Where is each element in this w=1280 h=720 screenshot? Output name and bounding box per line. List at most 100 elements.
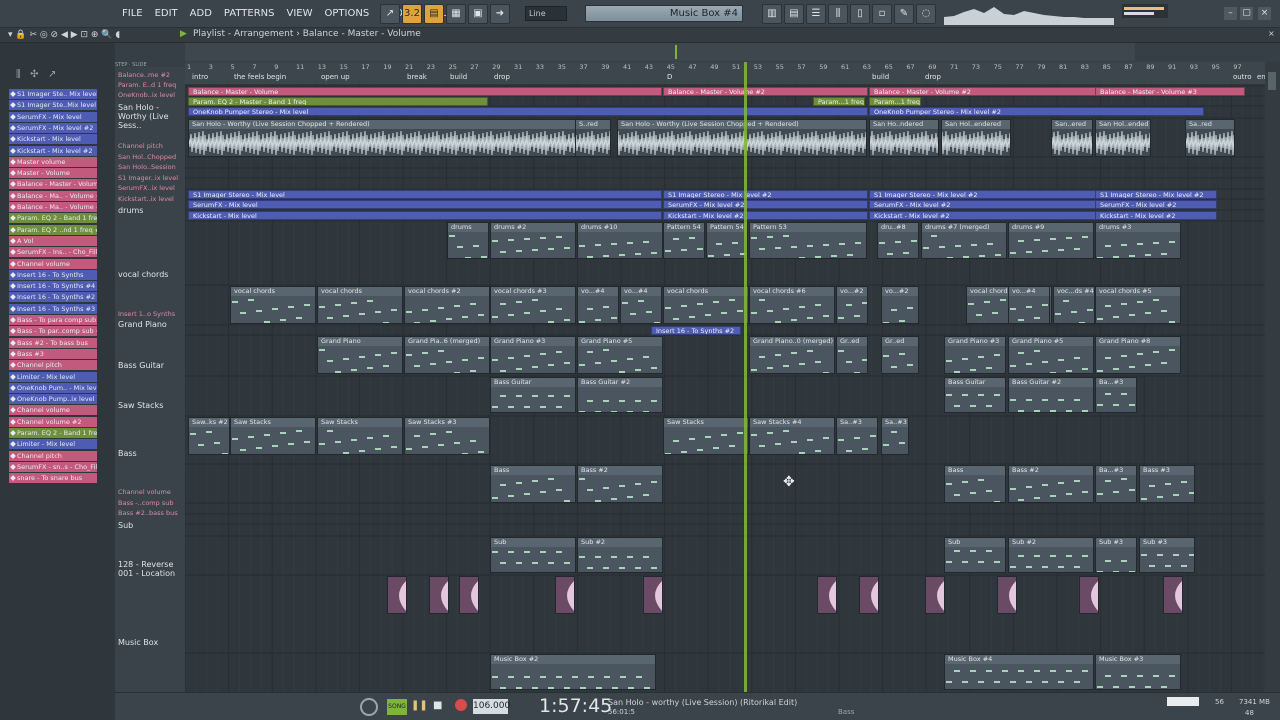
automation-clip[interactable]: Param...1 freq — [869, 97, 921, 106]
track-label[interactable]: Bass -..comp sub — [118, 499, 173, 507]
timeline-marker[interactable]: outro — [1233, 73, 1251, 81]
track-label[interactable]: SerumFX..ix level — [118, 184, 175, 192]
pattern-clip[interactable]: Saw..ks #2 — [188, 417, 230, 455]
automation-clip[interactable]: Balance - Master - Volume #2 — [663, 87, 868, 96]
pattern-clip[interactable]: Grand Piano..0 (merged) — [749, 336, 835, 374]
picker-item[interactable]: Insert 16 - To Synths #2 — [9, 292, 97, 303]
picker-item[interactable]: Channel pitch — [9, 450, 97, 461]
picker-item[interactable]: SerumFX - Mix level #2 — [9, 122, 97, 133]
pattern-clip[interactable]: vocal chords #3 — [490, 286, 576, 324]
picker-item[interactable]: Limiter - Mix level — [9, 439, 97, 450]
pattern-clip[interactable]: Sa..#3 — [836, 417, 878, 455]
pattern-clip[interactable]: Bass #3 — [1139, 465, 1195, 503]
automation-clip[interactable]: SerumFX - Mix level — [188, 200, 662, 209]
audio-clip[interactable]: San Hol..endered — [941, 119, 1011, 157]
track-label[interactable]: San Holo - Worthy (Live Sess.. — [118, 103, 184, 130]
picker-item[interactable]: Param. EQ 2 ..nd 1 freq #2 — [9, 224, 97, 235]
overview-strip[interactable] — [185, 43, 1135, 61]
menu-item[interactable]: ADD — [184, 7, 218, 21]
pattern-clip[interactable]: dru..#8 — [877, 222, 919, 259]
mode-badge[interactable]: 3.2 — [402, 4, 422, 24]
menu-item[interactable]: PATTERNS — [218, 7, 281, 21]
picker-item[interactable]: Channel volume #2 — [9, 416, 97, 427]
track-label[interactable]: Grand Piano — [118, 320, 184, 329]
pattern-clip[interactable]: Pattern 54 — [663, 222, 705, 259]
reverse-audio-clip[interactable] — [859, 576, 879, 614]
picker-item[interactable]: OneKnob Pum.. - Mix level — [9, 382, 97, 393]
automation-clip[interactable]: S1 Imager Stereo - Mix level #2 — [1095, 190, 1217, 199]
pattern-clip[interactable]: drums #2 — [490, 222, 576, 259]
close-icon[interactable]: × — [1268, 29, 1275, 38]
track-label[interactable]: Saw Stacks — [118, 401, 184, 410]
pattern-clip[interactable]: vocal chords — [230, 286, 316, 324]
timeline-marker[interactable]: D — [667, 73, 672, 81]
pattern-clip[interactable]: drums #9 — [1008, 222, 1094, 259]
track-label[interactable]: Balance..me #2 — [118, 71, 170, 79]
pattern-clip[interactable]: drums #10 — [577, 222, 663, 259]
picker-item[interactable]: Balance - Ma.. - Volume #2 — [9, 190, 97, 201]
track-label[interactable]: S1 Imager..ix level — [118, 174, 178, 182]
track-label[interactable]: Channel volume — [118, 488, 171, 496]
audio-clip[interactable]: Sa..red — [1185, 119, 1235, 157]
picker-item[interactable]: Kickstart - Mix level — [9, 134, 97, 145]
automation-clip[interactable]: Kickstart - Mix level #2 — [1095, 211, 1217, 220]
pattern-clip[interactable]: Bass — [944, 465, 1006, 503]
automation-clip[interactable]: S1 Imager Stereo - Mix level #2 — [663, 190, 868, 199]
track-label[interactable]: Bass — [118, 449, 184, 458]
pattern-clip[interactable]: Pattern 54 — [706, 222, 748, 259]
timeline-marker[interactable]: drop — [494, 73, 510, 81]
picker-item[interactable]: Master - Volume — [9, 168, 97, 179]
pattern-clip[interactable]: Saw Stacks — [317, 417, 403, 455]
pattern-clip[interactable]: vocal chords #5 — [1095, 286, 1181, 324]
pattern-clip[interactable]: Bass Guitar #2 — [1008, 377, 1094, 413]
picker-item[interactable]: Bass #3 — [9, 348, 97, 359]
menu-item[interactable]: EDIT — [149, 7, 184, 21]
pattern-clip[interactable]: Sub #2 — [1008, 537, 1094, 573]
picker-item[interactable]: Param. EQ 2 - Band 1 freq — [9, 213, 97, 224]
step-edit-icon[interactable]: ▤ — [424, 4, 444, 24]
piano-roll-icon[interactable]: ▤ — [784, 4, 804, 24]
reverse-audio-clip[interactable] — [1079, 576, 1099, 614]
track-label[interactable]: Sub — [118, 521, 184, 530]
pattern-clip[interactable]: Pattern 53 — [749, 222, 867, 259]
picker-item[interactable]: Kickstart - Mix level #2 — [9, 145, 97, 156]
track-label[interactable]: Insert 1..o Synths — [118, 310, 175, 318]
picker-item[interactable]: Master volume — [9, 156, 97, 167]
pattern-clip[interactable]: Grand Piano #3 — [490, 336, 576, 374]
picker-item[interactable]: S1 Imager Ste.. Mix level — [9, 89, 97, 99]
reverse-audio-clip[interactable] — [643, 576, 663, 614]
track-label[interactable]: San Holo..Session — [118, 163, 176, 171]
vertical-scrollbar[interactable] — [1265, 62, 1280, 692]
picker-item[interactable]: OneKnob Pump..ix level #2 — [9, 394, 97, 405]
pattern-clip[interactable]: Bass #2 — [1008, 465, 1094, 503]
pattern-clip[interactable]: Music Box #2 — [490, 654, 656, 690]
track-label[interactable]: 128 - Reverse 001 - Location — [118, 560, 184, 578]
timeline-marker[interactable]: break — [407, 73, 427, 81]
pattern-clip[interactable]: Sub — [490, 537, 576, 573]
picker-item[interactable]: A Vol — [9, 235, 97, 246]
automation-clip[interactable]: SerumFX - Mix level #2 — [663, 200, 868, 209]
picker-item[interactable]: S1 Imager Ste..Mix level #2 — [9, 100, 97, 111]
track-label[interactable]: OneKnob..ix level — [118, 91, 175, 99]
timeline-marker[interactable]: drop — [925, 73, 941, 81]
plugin-icon[interactable]: ▫ — [872, 4, 892, 24]
pattern-clip[interactable]: Gr..ed — [881, 336, 919, 374]
automation-clip[interactable]: OneKnob Pumper Stereo - Mix level — [188, 107, 868, 116]
reverse-audio-clip[interactable] — [555, 576, 575, 614]
pattern-clip[interactable]: Gr..ed — [836, 336, 868, 374]
pattern-icon[interactable]: ▦ — [446, 4, 466, 24]
track-label[interactable]: Bass Guitar — [118, 361, 184, 370]
window-menu-icon[interactable]: ▾ 🔒 ✂ ◎ ⊘ ◀ ▶ ⊡ ⊕ 🔍 ◖ — [8, 30, 120, 40]
pattern-clip[interactable]: drums #3 — [1095, 222, 1181, 259]
pattern-clip[interactable]: Music Box #4 — [944, 654, 1094, 690]
automation-clip[interactable]: Balance - Master - Volume — [188, 87, 662, 96]
track-label[interactable]: Bass #2..bass bus — [118, 509, 178, 517]
pattern-clip[interactable]: Saw Stacks — [230, 417, 316, 455]
pattern-clip[interactable]: voc...ds #4 — [1053, 286, 1095, 324]
automation-clip[interactable]: Kickstart - Mix level #2 — [663, 211, 868, 220]
audio-clip[interactable]: San Ho..ndered — [869, 119, 939, 157]
track-label[interactable]: San Hol..Chopped — [118, 153, 176, 161]
pattern-clip[interactable]: Saw Stacks — [663, 417, 749, 455]
picker-item[interactable]: Insert 16 - To Synths #3 — [9, 303, 97, 314]
pattern-clip[interactable]: Bass Guitar — [490, 377, 576, 413]
